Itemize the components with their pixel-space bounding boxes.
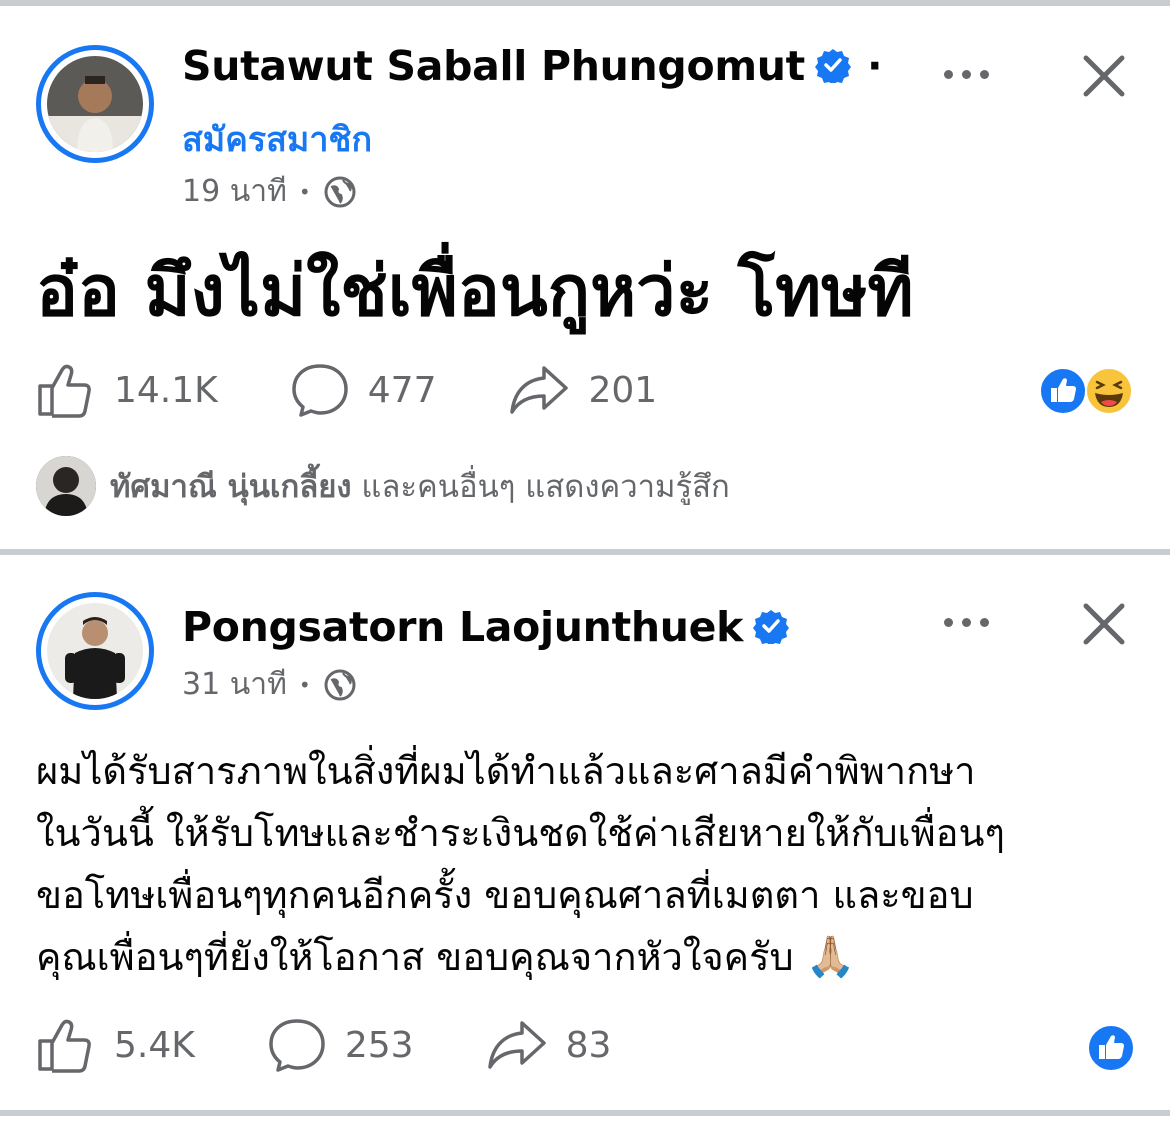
- comment-icon: [269, 1019, 325, 1072]
- like-icon: [38, 364, 91, 418]
- avatar-photo: [47, 56, 143, 152]
- share-button[interactable]: 83: [486, 1017, 612, 1073]
- post-text-line: ในวันนี้ ให้รับโทษและชำระเงินชดใช้ค่าเสี…: [36, 811, 1005, 855]
- reactors-text: ทัศมาณี นุ่นเกลี้ยง และคนอื่นๆ แสดงความร…: [110, 461, 730, 511]
- post-text: อ๋อ มึงไม่ใช่เพื่อนกูหว่ะ โทษที: [36, 250, 914, 332]
- share-count: 201: [588, 369, 658, 411]
- post-meta: 19 นาที •: [182, 168, 357, 215]
- author-name[interactable]: Pongsatorn Laojunthuek: [182, 603, 790, 654]
- reactor-name[interactable]: ทัศมาณี นุ่นเกลี้ยง: [110, 469, 352, 505]
- reactors-line[interactable]: ทัศมาณี นุ่นเกลี้ยง และคนอื่นๆ แสดงความร…: [36, 456, 730, 516]
- post-card-1: Sutawut Saball Phungomut · สมัครสมาชิก 19…: [0, 0, 1170, 552]
- close-icon[interactable]: [1080, 600, 1128, 648]
- author-avatar[interactable]: [36, 592, 154, 710]
- post-time[interactable]: 31 นาที: [182, 661, 287, 708]
- close-icon[interactable]: [1080, 52, 1128, 100]
- more-options-icon[interactable]: [944, 618, 989, 627]
- action-bar: 5.4K 253 83: [36, 1017, 683, 1073]
- verified-badge-icon: [814, 45, 851, 93]
- post-meta: 31 นาที •: [182, 661, 357, 708]
- post-card-2: Pongsatorn Laojunthuek 31 นาที • ผมได้รั…: [0, 555, 1170, 1111]
- post-text-line: ผมได้รับสารภาพในสิ่งที่ผมได้ทำแล้วและศาล…: [36, 749, 976, 793]
- like-button[interactable]: 14.1K: [36, 362, 218, 418]
- follow-button[interactable]: สมัครสมาชิก: [182, 112, 372, 166]
- meta-dot: •: [298, 672, 311, 697]
- reactor-suffix: และคนอื่นๆ แสดงความรู้สึก: [351, 469, 730, 505]
- more-options-icon[interactable]: [944, 70, 989, 79]
- action-bar: 14.1K 477 201: [36, 362, 729, 418]
- globe-icon: [324, 176, 356, 207]
- comment-button[interactable]: 477: [290, 362, 437, 418]
- author-avatar[interactable]: [36, 45, 154, 163]
- like-reaction-icon: [1039, 367, 1087, 415]
- avatar-photo: [47, 603, 143, 699]
- like-icon: [38, 1019, 91, 1073]
- share-count: 83: [565, 1024, 612, 1066]
- verified-badge-icon: [753, 606, 790, 654]
- globe-icon: [324, 669, 356, 700]
- pray-emoji: 🙏🏼: [805, 934, 856, 980]
- bottom-divider: [0, 1110, 1170, 1116]
- reactor-avatar: [36, 456, 96, 516]
- share-button[interactable]: 201: [508, 362, 657, 418]
- haha-reaction-icon: [1085, 367, 1133, 415]
- post-text-line: ขอโทษเพื่อนๆทุกคนอีกครั้ง ขอบคุณศาลที่เม…: [36, 873, 974, 917]
- comment-icon: [292, 364, 348, 417]
- comment-count: 253: [344, 1024, 414, 1066]
- post-text: ผมได้รับสารภาพในสิ่งที่ผมได้ทำแล้วและศาล…: [36, 740, 1146, 988]
- like-reaction-icon: [1087, 1024, 1135, 1072]
- reaction-summary[interactable]: [1086, 1023, 1136, 1073]
- like-count: 5.4K: [114, 1024, 195, 1066]
- share-icon: [510, 366, 569, 414]
- post-time[interactable]: 19 นาที: [182, 168, 287, 215]
- meta-dot: •: [298, 179, 311, 204]
- like-button[interactable]: 5.4K: [36, 1017, 195, 1073]
- share-icon: [487, 1021, 546, 1069]
- like-count: 14.1K: [114, 369, 218, 411]
- reaction-summary[interactable]: [1038, 366, 1134, 416]
- comment-count: 477: [367, 369, 437, 411]
- post-text-line-last: คุณเพื่อนๆที่ยังให้โอกาส ขอบคุณจากหัวใจค…: [36, 934, 856, 980]
- comment-button[interactable]: 253: [267, 1017, 414, 1073]
- name-separator: ·: [866, 42, 883, 90]
- author-name[interactable]: Sutawut Saball Phungomut ·: [182, 42, 883, 93]
